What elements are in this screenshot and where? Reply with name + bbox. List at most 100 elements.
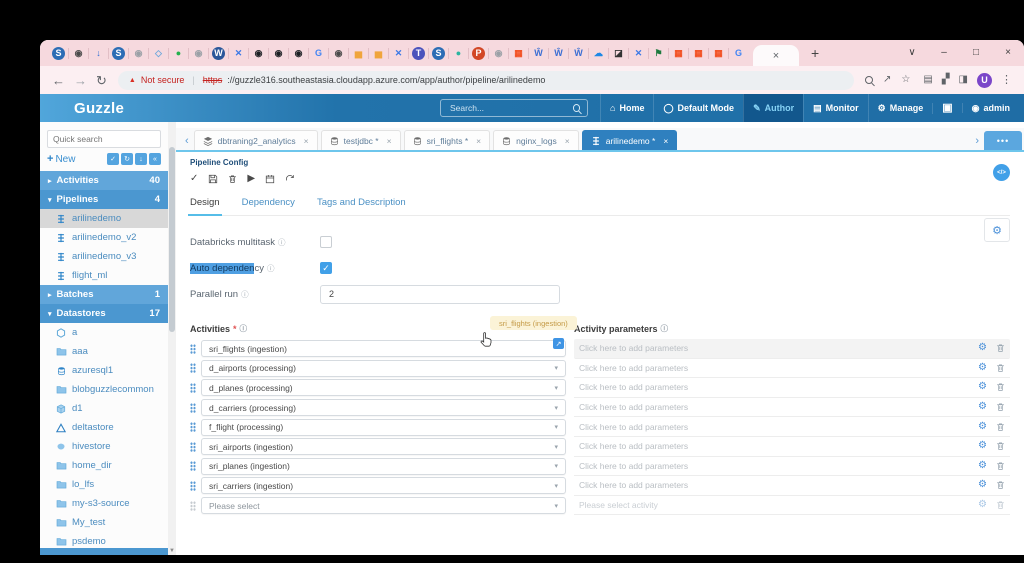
sidebar-item-my-s3-source[interactable]: my-s3-source xyxy=(40,494,168,513)
parameter-placeholder-text[interactable]: Click here to add parameters xyxy=(579,382,969,392)
sidebar-item-home_dir[interactable]: home_dir xyxy=(40,456,168,475)
code-view-button[interactable]: </> xyxy=(993,164,1010,181)
delete-row-icon[interactable] xyxy=(996,343,1005,353)
sidebar-section-datastores[interactable]: ▾Datastores17 xyxy=(40,304,168,323)
drag-handle-icon[interactable] xyxy=(190,422,196,432)
activity-select[interactable]: d_planes (processing)▾ xyxy=(201,379,566,396)
drag-handle-icon[interactable] xyxy=(190,344,196,354)
sidebar-section-pipelines[interactable]: ▾Pipelines4 xyxy=(40,190,168,209)
databricks-multitask-checkbox[interactable] xyxy=(320,236,332,248)
activity-parameter-row[interactable]: Click here to add parameters⚙ xyxy=(574,437,1010,457)
pinned-tab-chat-icon[interactable]: ● xyxy=(172,47,185,60)
nav-manage[interactable]: ⚙Manage xyxy=(868,94,933,122)
minimize-button[interactable]: – xyxy=(928,40,960,66)
sidebar-section-batches[interactable]: ▸Batches1 xyxy=(40,285,168,304)
info-icon[interactable]: ⓘ xyxy=(661,323,669,334)
reload-button[interactable]: ↻ xyxy=(96,74,107,87)
pinned-tab-x-blue-icon[interactable]: ✕ xyxy=(392,47,405,60)
scrollbar-down-arrow[interactable]: ▼ xyxy=(168,548,176,554)
pinned-tab-extension-icon[interactable]: ◉ xyxy=(332,47,345,60)
nav-monitor[interactable]: ▤Monitor xyxy=(803,94,868,122)
new-tab-button[interactable]: + xyxy=(811,46,819,60)
delete-row-icon[interactable] xyxy=(996,382,1005,392)
parameter-settings-icon[interactable]: ⚙ xyxy=(978,461,987,471)
pinned-tab-google-icon[interactable]: G xyxy=(732,47,745,60)
share-icon[interactable]: ↗ xyxy=(883,75,891,85)
parameter-placeholder-text[interactable]: Click here to add parameters xyxy=(579,480,969,490)
pinned-tab-word-icon[interactable]: W xyxy=(212,47,225,60)
workspace-tab-nginx_logs[interactable]: nginx_logs× xyxy=(493,130,579,150)
info-icon[interactable]: ⓘ xyxy=(240,323,248,334)
pinned-tab-x-blue-icon[interactable]: ✕ xyxy=(232,47,245,60)
tabs-scroll-left-icon[interactable]: ‹ xyxy=(185,136,189,147)
tab-close-icon[interactable]: × xyxy=(304,136,309,146)
activity-parameter-row[interactable]: Click here to add parameters ⚙ xyxy=(574,398,1010,418)
pinned-tab-microsoft-icon[interactable]: ▦ xyxy=(672,47,685,60)
global-search-input[interactable] xyxy=(448,102,573,114)
pinned-tab-powerpoint-icon[interactable]: P xyxy=(472,47,485,60)
pinned-tab-github-icon[interactable]: ◉ xyxy=(252,47,265,60)
delete-row-icon[interactable] xyxy=(996,402,1005,412)
pinned-tab-flag-icon[interactable]: ⚑ xyxy=(652,47,665,60)
pinned-tab-github-icon[interactable]: ◉ xyxy=(272,47,285,60)
activity-parameter-row[interactable]: Click here to add parameters⚙ xyxy=(574,339,1010,359)
info-icon[interactable]: ⓘ xyxy=(278,237,286,248)
pipeline-settings-button[interactable]: ⚙ xyxy=(984,218,1010,242)
parallel-run-input[interactable] xyxy=(320,285,560,304)
tab-close-icon[interactable]: × xyxy=(565,136,570,146)
sidebar-item-blobguzzlecommon[interactable]: blobguzzlecommon xyxy=(40,380,168,399)
pinned-tab-github-icon[interactable]: ◉ xyxy=(292,47,305,60)
delete-row-icon[interactable] xyxy=(996,363,1005,373)
parameter-settings-icon[interactable]: ⚙ xyxy=(978,402,987,412)
refresh-button[interactable]: ↻ xyxy=(121,153,133,165)
activity-select[interactable]: sri_flights (ingestion)↗ xyxy=(201,340,566,357)
parameter-settings-icon[interactable]: ⚙ xyxy=(978,441,987,451)
validate-all-button[interactable]: ✓ xyxy=(107,153,119,165)
activity-select[interactable]: sri_planes (ingestion)▾ xyxy=(201,458,566,475)
parameter-placeholder-text[interactable]: Click here to add parameters xyxy=(579,461,969,471)
parameter-placeholder-text[interactable]: Click here to add parameters xyxy=(579,422,969,432)
activity-select[interactable]: d_carriers (processing)▾ xyxy=(201,399,566,416)
parameter-placeholder-text[interactable]: Click here to add parameters xyxy=(579,402,969,412)
drag-handle-icon[interactable] xyxy=(190,403,196,413)
pinned-tab-microsoft-icon[interactable]: ▦ xyxy=(712,47,725,60)
pinned-tab-extension-icon[interactable]: ◉ xyxy=(72,47,85,60)
workspace-tab-testjdbc[interactable]: testjdbc *× xyxy=(321,130,401,150)
validate-button[interactable]: ✓ xyxy=(190,174,198,184)
close-button[interactable]: × xyxy=(992,40,1024,66)
nav-author[interactable]: ✎Author xyxy=(743,94,803,122)
activity-parameter-row[interactable]: Click here to add parameters⚙ xyxy=(574,359,1010,379)
parameter-settings-icon[interactable]: ⚙ xyxy=(978,500,987,510)
activity-select[interactable]: d_airports (processing)▾ xyxy=(201,360,566,377)
drag-handle-icon[interactable] xyxy=(190,442,196,452)
activity-select[interactable]: sri_airports (ingestion)▾ xyxy=(201,438,566,455)
nav-default-mode[interactable]: ◯Default Mode xyxy=(653,94,743,122)
not-secure-label[interactable]: Not secure xyxy=(141,75,185,85)
parameter-settings-icon[interactable]: ⚙ xyxy=(978,382,987,392)
parameter-settings-icon[interactable]: ⚙ xyxy=(978,480,987,490)
pinned-tab-sphere-icon[interactable]: ● xyxy=(452,47,465,60)
extensions-puzzle-icon[interactable]: ▞ xyxy=(942,75,950,85)
zoom-icon[interactable] xyxy=(865,76,873,84)
pinned-tab-x-blue-icon[interactable]: ✕ xyxy=(632,47,645,60)
forward-button[interactable]: → xyxy=(74,74,87,87)
pinned-tab-editor-icon[interactable]: ◪ xyxy=(612,47,625,60)
collapse-all-button[interactable]: « xyxy=(149,153,161,165)
pinned-tab-microsoft-icon[interactable]: ▦ xyxy=(512,47,525,60)
open-activity-icon[interactable]: ↗ xyxy=(553,338,564,349)
new-button[interactable]: New xyxy=(55,154,75,165)
activity-select[interactable]: sri_carriers (ingestion)▾ xyxy=(201,477,566,494)
activity-select[interactable]: f_flight (processing)▾ xyxy=(201,419,566,436)
address-bar[interactable]: ▲ Not secure | https ://guzzle316.southe… xyxy=(118,71,854,90)
tab-close-icon[interactable]: × xyxy=(476,136,481,146)
pinned-tab-sync-icon[interactable]: S xyxy=(432,47,445,60)
delete-row-icon[interactable] xyxy=(996,441,1005,451)
delete-row-icon[interactable] xyxy=(996,461,1005,471)
back-button[interactable]: ← xyxy=(52,74,65,87)
sidebar-item-a[interactable]: a xyxy=(40,323,168,342)
workspace-tab-dbtraning2_analytics[interactable]: dbtraning2_analytics× xyxy=(194,130,318,150)
activity-parameter-row[interactable]: Please select activity⚙ xyxy=(574,496,1010,516)
profile-chevron-button[interactable]: ∨ xyxy=(896,40,928,66)
pinned-tab-teams-icon[interactable]: T xyxy=(412,47,425,60)
info-icon[interactable]: ⓘ xyxy=(267,263,275,274)
